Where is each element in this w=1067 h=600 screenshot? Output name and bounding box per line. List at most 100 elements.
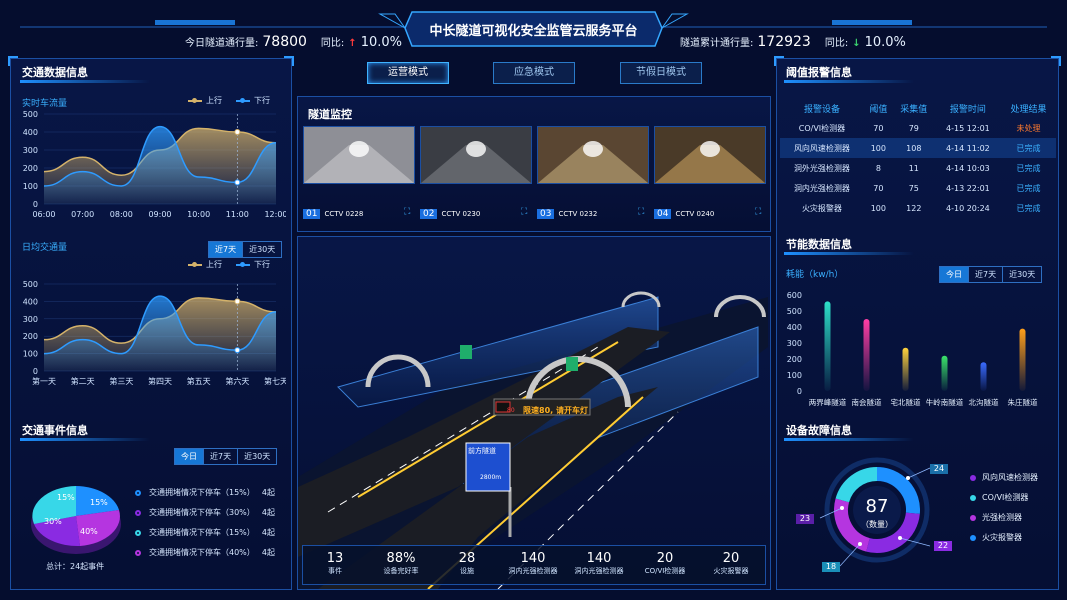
vms-text: 限速80, 请开车灯	[523, 406, 588, 415]
event-text: 交通拥堵情况下停车（15%）	[149, 488, 255, 497]
table-row[interactable]: CO/VI检测器 70 79 4-15 12:01 未处理	[780, 118, 1056, 138]
callout-dot	[898, 536, 902, 540]
camera-name: CCTV 0230	[441, 210, 481, 218]
bar[interactable]	[1019, 328, 1026, 391]
bar[interactable]	[941, 355, 948, 391]
energy-title: 节能数据信息	[786, 238, 852, 251]
table-cell: 未处理	[1016, 123, 1041, 133]
data-point[interactable]	[234, 298, 241, 305]
tab-7days[interactable]: 近7天	[204, 449, 239, 464]
x-tick-label: 第四天	[148, 376, 172, 386]
data-point[interactable]	[234, 347, 241, 354]
y-tick-label: 200	[23, 332, 38, 341]
camera-feed[interactable]	[654, 126, 766, 184]
pie-label: 30%	[44, 517, 62, 526]
fault-center-label: （数量）	[861, 520, 893, 529]
fault-callout: 24	[930, 464, 948, 474]
events-total: 总计：24起事件	[46, 562, 105, 571]
tab-7days[interactable]: 近7天	[969, 267, 1004, 282]
bar[interactable]	[863, 319, 870, 391]
table-cell: 4-14 10:03	[946, 163, 990, 173]
legend-up: 上行	[206, 260, 222, 269]
x-tick-label: 宅北隧道	[891, 397, 921, 407]
tab-30days[interactable]: 近30天	[238, 449, 276, 464]
table-cell: 11	[908, 163, 919, 173]
stat-label: 设备完好率	[383, 567, 419, 575]
tab-30days[interactable]: 近30天	[1003, 267, 1041, 282]
mode-button[interactable]: 应急模式	[493, 62, 575, 84]
event-text: 交通拥堵情况下停车（15%）	[149, 528, 255, 537]
mode-button[interactable]: 节假日模式	[620, 62, 702, 84]
x-tick-label: 09:00	[148, 210, 171, 219]
table-row[interactable]: 火灾报警器 100 122 4-10 20:24 已完成	[780, 198, 1056, 218]
fullscreen-icon[interactable]: ⛶	[404, 207, 410, 217]
table-row[interactable]: 洞内光强检测器 70 75 4-13 22:01 已完成	[780, 178, 1056, 198]
mode-button[interactable]: 运营模式	[367, 62, 449, 84]
x-tick-label: 第六天	[225, 376, 249, 386]
tab-today[interactable]: 今日	[175, 449, 204, 464]
camera-feed[interactable]	[537, 126, 649, 184]
today-traffic-value: 78800	[262, 34, 307, 50]
tab-30days[interactable]: 近30天	[243, 242, 281, 257]
table-row[interactable]: 洞外光强检测器 8 11 4-14 10:03 已完成	[780, 158, 1056, 178]
camera-label: 01 CCTV 0228	[303, 209, 363, 219]
fullscreen-icon[interactable]: ⛶	[755, 207, 761, 217]
y-tick-label: 300	[787, 339, 802, 348]
x-tick-label: 两界峰隧道	[809, 397, 847, 407]
total-traffic-value: 172923	[757, 34, 811, 50]
data-point[interactable]	[234, 179, 241, 186]
table-cell: 已完成	[1016, 183, 1041, 193]
stat-label: CO/VI检测器	[644, 567, 686, 575]
legend-dot	[970, 474, 976, 481]
legend-label: 火灾报警器	[982, 533, 1022, 542]
fault-legend-item: 火灾报警器	[970, 532, 1022, 543]
stat-value: 88%	[386, 551, 416, 566]
title-underline	[20, 80, 150, 83]
column-header: 报警设备	[803, 104, 840, 115]
data-point[interactable]	[234, 129, 241, 135]
event-item: 交通拥堵情况下停车（40%） 4起	[135, 547, 275, 558]
daily-traffic-label: 日均交通量	[22, 243, 68, 253]
stat-value: 28	[458, 551, 476, 566]
stat-label: 洞内光强检测器	[508, 567, 558, 575]
legend-dot	[135, 509, 141, 516]
x-tick-label: 北沟隧道	[969, 397, 999, 407]
table-cell: 4-10 20:24	[946, 203, 990, 213]
bar[interactable]	[824, 301, 831, 391]
table-row[interactable]: 风向风速检测器 100 108 4-14 11:02 已完成	[780, 138, 1056, 158]
legend-dot	[970, 494, 976, 501]
y-tick-label: 600	[787, 291, 802, 300]
alarm-table: 报警设备 阈值 采集值 报警时间 处理结果 CO/VI检测器 70 79 4-15 12:01…	[780, 98, 1056, 218]
today-traffic: 今日隧道通行量: 78800 同比: ↑ 10.0%	[185, 34, 402, 50]
tab-today[interactable]: 今日	[940, 267, 969, 282]
camera-number: 01	[303, 209, 321, 219]
bar[interactable]	[980, 362, 987, 391]
frame-corner	[1051, 56, 1061, 66]
event-tabs: 今日 近7天 近30天	[174, 448, 278, 465]
fullscreen-icon[interactable]: ⛶	[638, 207, 644, 217]
event-text: 交通拥堵情况下停车（30%）	[149, 508, 255, 517]
total-yoy-value: 10.0%	[864, 35, 906, 50]
callout-dot	[840, 506, 844, 510]
pie-label: 15%	[90, 498, 108, 507]
fullscreen-icon[interactable]: ⛶	[521, 207, 527, 217]
x-tick-label: 06:00	[32, 210, 55, 219]
y-tick-label: 300	[23, 146, 38, 155]
y-tick-label: 500	[23, 110, 38, 119]
camera-number: 02	[420, 209, 438, 219]
x-tick-label: 08:00	[110, 210, 133, 219]
stat-item: 88% 设备完好率	[368, 551, 434, 576]
legend-up: 上行	[206, 96, 222, 105]
stat-value: 140	[520, 551, 546, 566]
event-count: 4起	[261, 508, 275, 517]
arrow-down-icon: ↓	[852, 38, 861, 49]
camera-label: 02 CCTV 0230	[420, 209, 480, 219]
legend-dot	[135, 529, 141, 536]
camera-feed[interactable]	[420, 126, 532, 184]
camera-feed[interactable]	[303, 126, 415, 184]
bar[interactable]	[902, 347, 909, 391]
x-tick-label: 朱庄隧道	[1008, 397, 1038, 407]
x-tick-label: 12:00	[264, 210, 286, 219]
tab-7days[interactable]: 近7天	[209, 242, 244, 257]
stat-item: 13 事件	[302, 551, 368, 576]
